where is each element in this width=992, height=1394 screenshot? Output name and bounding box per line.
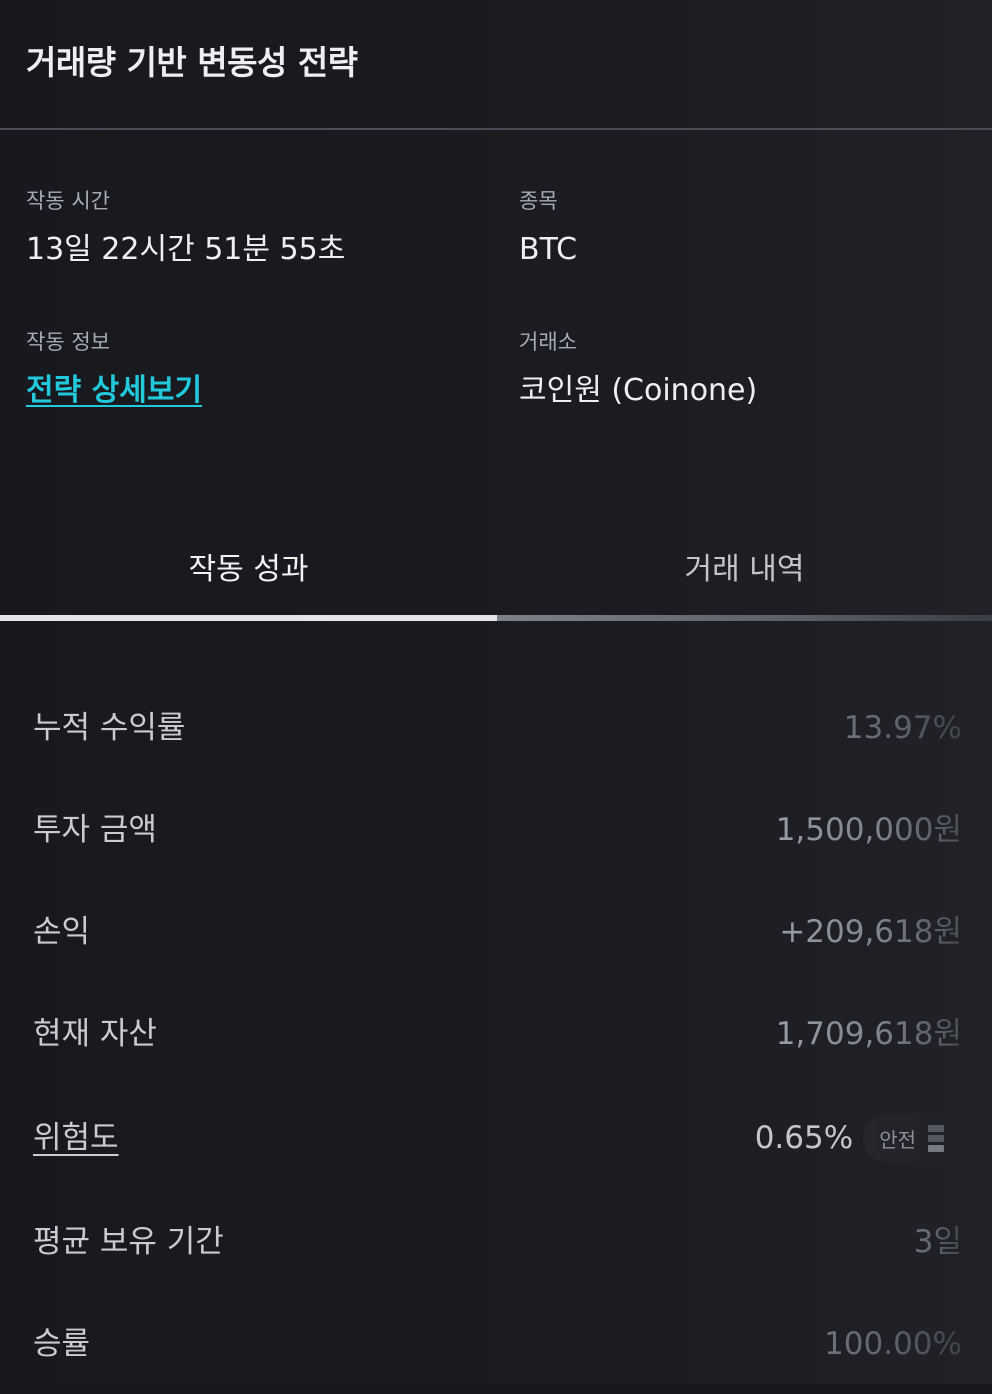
page-header: 거래량 기반 변동성 전략 [0, 0, 992, 130]
strategy-detail-page: 거래량 기반 변동성 전략 작동 시간 13일 22시간 51분 55초 종목 … [0, 0, 992, 1384]
symbol-label: 종목 [519, 189, 558, 213]
exchange-value: 코인원 (Coinone) [519, 373, 758, 408]
avg-holding-label: 평균 보유 기간 [33, 1224, 224, 1260]
tab-bar: 작동 성과 거래 내역 [0, 510, 992, 622]
run-time-label: 작동 시간 [26, 189, 110, 213]
run-info-cell: 작동 정보 전략 상세보기 [26, 329, 202, 409]
risk-bar [928, 1134, 944, 1142]
signal-bars-icon [928, 1124, 944, 1152]
symbol-value: BTC [519, 232, 578, 267]
tab-performance[interactable]: 작동 성과 [0, 510, 497, 622]
risk-label-link[interactable]: 위험도 [33, 1118, 119, 1158]
avg-holding-value: 3일 [913, 1224, 962, 1260]
win-rate-value: 100.00% [824, 1326, 962, 1362]
current-assets-label: 현재 자산 [33, 1016, 157, 1052]
cumulative-return-label: 누적 수익률 [33, 710, 186, 746]
strategy-detail-link[interactable]: 전략 상세보기 [26, 373, 202, 409]
page-title: 거래량 기반 변동성 전략 [26, 43, 358, 82]
run-time-cell: 작동 시간 13일 22시간 51분 55초 [26, 188, 345, 268]
exchange-label: 거래소 [519, 330, 577, 354]
run-time-value: 13일 22시간 51분 55초 [26, 232, 346, 267]
risk-indicator: 0.65% 안전 [755, 1108, 962, 1168]
stat-row-investment: 투자 금액 1,500,000원 [0, 780, 992, 880]
exchange-cell: 거래소 코인원 (Coinone) [519, 329, 757, 409]
stat-row-risk: 위험도 0.65% 안전 [0, 1088, 992, 1188]
risk-bar [928, 1144, 944, 1152]
risk-badge: 안전 [863, 1114, 962, 1162]
cumulative-return-value: 13.97% [843, 710, 962, 746]
tab-trade-history[interactable]: 거래 내역 [497, 510, 992, 622]
current-assets-value: 1,709,618원 [775, 1016, 962, 1052]
symbol-cell: 종목 BTC [519, 188, 577, 268]
stat-row-current-assets: 현재 자산 1,709,618원 [0, 984, 992, 1084]
strategy-info-grid: 작동 시간 13일 22시간 51분 55초 종목 BTC 작동 정보 전략 상… [0, 130, 992, 510]
stat-row-pnl: 손익 +209,618원 [0, 882, 992, 982]
investment-label: 투자 금액 [33, 812, 157, 848]
run-info-label: 작동 정보 [26, 330, 110, 354]
tab-inactive-indicator [497, 615, 992, 621]
risk-badge-label: 안전 [879, 1127, 916, 1152]
win-rate-label: 승률 [33, 1326, 91, 1362]
tab-active-indicator [0, 615, 497, 621]
stat-row-win-rate: 승률 100.00% [0, 1294, 992, 1394]
risk-value: 0.65% [754, 1120, 854, 1156]
pnl-label: 손익 [33, 914, 91, 950]
stat-row-avg-holding: 평균 보유 기간 3일 [0, 1192, 992, 1292]
pnl-value: +209,618원 [779, 914, 962, 950]
risk-bar [928, 1124, 944, 1132]
investment-value: 1,500,000원 [775, 812, 962, 848]
stat-row-cumulative-return: 누적 수익률 13.97% [0, 678, 992, 778]
